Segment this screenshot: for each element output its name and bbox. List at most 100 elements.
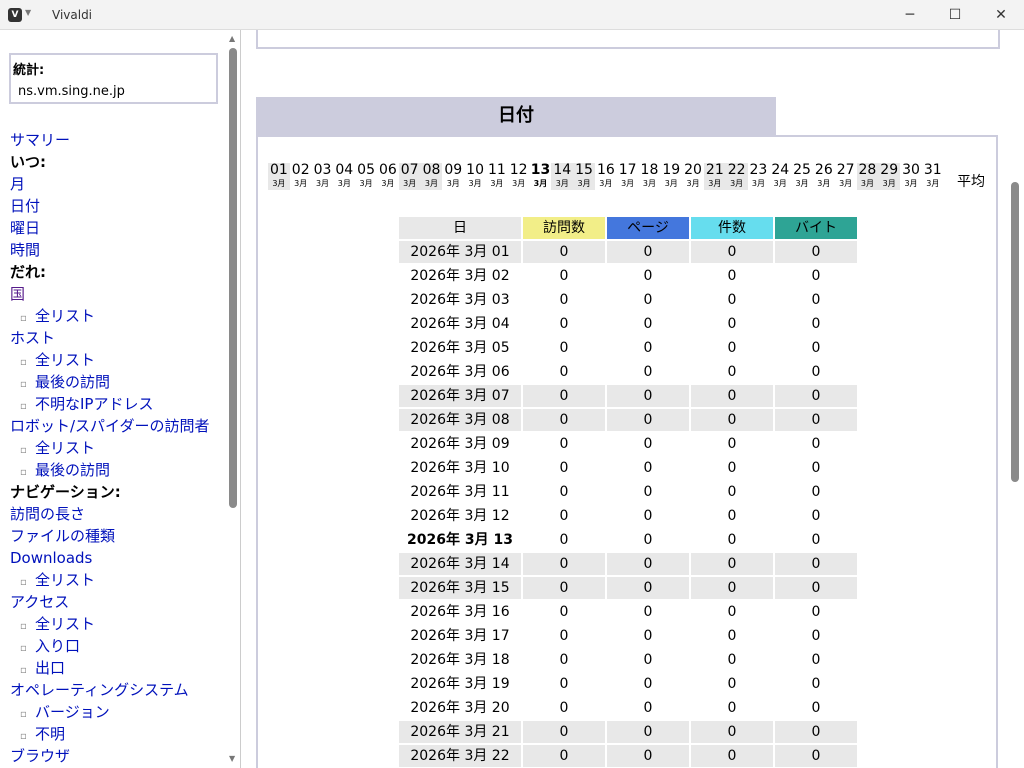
sidebar-item[interactable]: 全リスト xyxy=(10,569,209,591)
date-cell: 2026年 3月 06 xyxy=(399,361,521,383)
day-link[interactable]: 23 3月 xyxy=(748,163,770,190)
value-cell: 0 xyxy=(775,337,857,359)
day-month: 3月 xyxy=(730,179,744,188)
day-link[interactable]: 13 3月 xyxy=(530,163,552,190)
sidebar-scrollbar[interactable] xyxy=(229,48,237,508)
value-cell: 0 xyxy=(607,529,689,551)
sidebar-item[interactable]: ファイルの種類 xyxy=(10,525,209,547)
day-link[interactable]: 21 3月 xyxy=(703,163,726,190)
sidebar-item[interactable]: 全リスト xyxy=(10,613,209,635)
sidebar-item[interactable]: 訪問の長さ xyxy=(10,503,209,525)
minimize-button[interactable]: ─ xyxy=(895,4,925,26)
day-month: 3月 xyxy=(337,179,351,188)
sidebar-item[interactable]: 出口 xyxy=(10,657,209,679)
table-row: 2026年 3月 11 0 0 0 0 xyxy=(399,481,857,503)
sidebar-item[interactable]: 曜日 xyxy=(10,217,209,239)
table-row: 2026年 3月 06 0 0 0 0 xyxy=(399,361,857,383)
day-link[interactable]: 18 3月 xyxy=(639,163,661,190)
day-month: 3月 xyxy=(490,179,504,188)
value-cell: 0 xyxy=(607,457,689,479)
previous-section-box xyxy=(256,30,1000,49)
day-link[interactable]: 10 3月 xyxy=(464,163,486,190)
sidebar-item[interactable]: アクセス xyxy=(10,591,209,613)
day-link[interactable]: 07 3月 xyxy=(398,163,421,190)
day-link[interactable]: 11 3月 xyxy=(486,163,508,190)
table-row: 2026年 3月 04 0 0 0 0 xyxy=(399,313,857,335)
day-link[interactable]: 27 3月 xyxy=(835,163,857,190)
sidebar-item[interactable]: 全リスト xyxy=(10,437,209,459)
sidebar-item[interactable]: 全リスト xyxy=(10,349,209,371)
day-link[interactable]: 20 3月 xyxy=(682,163,704,190)
day-link[interactable]: 01 3月 xyxy=(268,163,290,190)
day-link[interactable]: 15 3月 xyxy=(573,163,595,190)
day-link[interactable]: 24 3月 xyxy=(769,163,791,190)
vivaldi-logo-icon[interactable]: V xyxy=(8,8,22,22)
value-cell: 0 xyxy=(691,553,773,575)
table-row: 2026年 3月 19 0 0 0 0 xyxy=(399,673,857,695)
sidebar-item[interactable]: ブラウザ xyxy=(10,745,209,767)
maximize-button[interactable]: ☐ xyxy=(940,4,970,26)
day-link[interactable]: 08 3月 xyxy=(420,163,443,190)
close-button[interactable]: ✕ xyxy=(986,4,1016,26)
scroll-down-arrow-icon[interactable]: ▼ xyxy=(229,754,235,763)
value-cell: 0 xyxy=(691,649,773,671)
sidebar-item[interactable]: ロボット/スパイダーの訪問者 xyxy=(10,415,209,437)
day-link[interactable]: 02 3月 xyxy=(290,163,312,190)
sidebar-item[interactable]: 時間 xyxy=(10,239,209,261)
table-row: 2026年 3月 14 0 0 0 0 xyxy=(399,553,857,575)
day-number: 14 xyxy=(553,162,572,178)
sidebar-item[interactable]: 不明 xyxy=(10,723,209,745)
day-link[interactable]: 30 3月 xyxy=(900,163,922,190)
value-cell: 0 xyxy=(691,577,773,599)
value-cell: 0 xyxy=(775,241,857,263)
day-link[interactable]: 14 3月 xyxy=(551,162,574,190)
day-link[interactable]: 12 3月 xyxy=(508,163,530,190)
day-link[interactable]: 04 3月 xyxy=(333,163,355,190)
value-cell: 0 xyxy=(775,697,857,719)
day-link[interactable]: 05 3月 xyxy=(355,163,377,190)
value-cell: 0 xyxy=(691,433,773,455)
sidebar-item[interactable]: 月 xyxy=(10,173,209,195)
sidebar-item[interactable]: 最後の訪問 xyxy=(10,371,209,393)
value-cell: 0 xyxy=(691,313,773,335)
day-number: 23 xyxy=(749,162,768,178)
day-link[interactable]: 31 3月 xyxy=(922,163,944,190)
day-number: 31 xyxy=(923,162,942,178)
day-link[interactable]: 26 3月 xyxy=(813,163,835,190)
main-scrollbar[interactable] xyxy=(1011,182,1019,482)
day-link[interactable]: 03 3月 xyxy=(312,163,334,190)
day-month: 3月 xyxy=(839,179,853,188)
day-link[interactable]: 17 3月 xyxy=(617,163,639,190)
day-number: 06 xyxy=(378,162,397,178)
date-cell: 2026年 3月 14 xyxy=(399,553,521,575)
day-number: 28 xyxy=(858,162,877,178)
sidebar-item[interactable]: サマリー xyxy=(10,129,209,151)
value-cell: 0 xyxy=(607,481,689,503)
day-link[interactable]: 06 3月 xyxy=(377,163,399,190)
sidebar-item[interactable]: 国 xyxy=(10,283,209,305)
scroll-up-arrow-icon[interactable]: ▲ xyxy=(229,34,235,43)
menu-dropdown-icon[interactable]: ▼ xyxy=(25,8,31,17)
date-cell: 2026年 3月 08 xyxy=(399,409,521,431)
sidebar-item[interactable]: Downloads xyxy=(10,547,209,569)
sidebar-item[interactable]: ホスト xyxy=(10,327,209,349)
sidebar-item[interactable]: オペレーティングシステム xyxy=(10,679,209,701)
day-month: 3月 xyxy=(751,179,765,188)
section-title: 日付 xyxy=(256,97,776,135)
day-link[interactable]: 25 3月 xyxy=(791,163,813,190)
sidebar-item[interactable]: 日付 xyxy=(10,195,209,217)
day-link[interactable]: 16 3月 xyxy=(595,163,617,190)
day-number: 11 xyxy=(487,162,506,178)
day-link[interactable]: 22 3月 xyxy=(725,163,748,190)
sidebar-item[interactable]: バージョン xyxy=(10,701,209,723)
sidebar-item[interactable]: 最後の訪問 xyxy=(10,459,209,481)
day-link[interactable]: 19 3月 xyxy=(660,163,682,190)
sidebar-item[interactable]: 入り口 xyxy=(10,635,209,657)
value-cell: 0 xyxy=(523,577,605,599)
sidebar-item[interactable]: 不明なIPアドレス xyxy=(10,393,209,415)
date-cell: 2026年 3月 10 xyxy=(399,457,521,479)
sidebar-item[interactable]: 全リスト xyxy=(10,305,209,327)
day-link[interactable]: 28 3月 xyxy=(856,162,879,190)
day-link[interactable]: 09 3月 xyxy=(442,163,464,190)
day-link[interactable]: 29 3月 xyxy=(878,163,901,190)
